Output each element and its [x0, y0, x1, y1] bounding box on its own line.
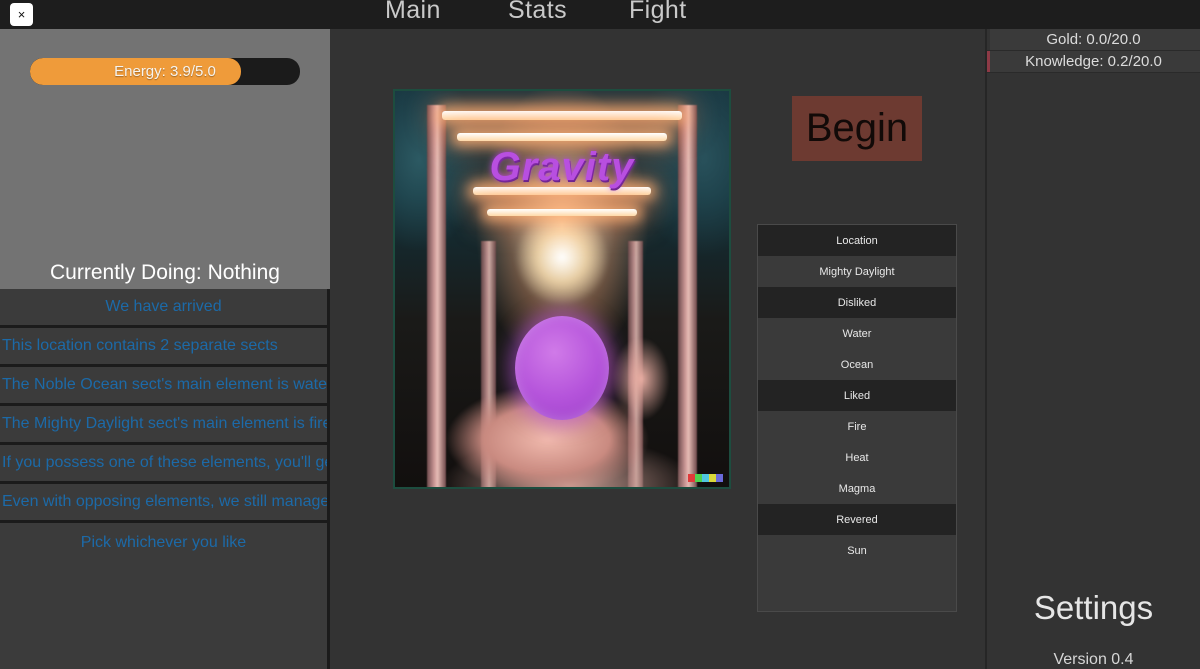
left-sidebar: Energy: 3.9/5.0 Currently Doing: Nothing…: [0, 29, 330, 669]
table-row[interactable]: Water: [758, 318, 956, 349]
artwork-color-chips: [688, 474, 723, 482]
version-label: Version 0.4: [1053, 651, 1134, 668]
artwork-color-chip: [709, 474, 716, 482]
nav-tabs: Main Stats Fight: [340, 0, 980, 29]
artwork-color-chip: [702, 474, 709, 482]
table-row[interactable]: Mighty Daylight: [758, 256, 956, 287]
info-table-header: Disliked: [758, 287, 956, 318]
event-log[interactable]: We have arrived This location contains 2…: [0, 289, 330, 669]
status-badge: Knowledge: 0.2/20.0: [987, 51, 1200, 73]
list-item: Pick whichever you like: [80, 533, 247, 551]
list-item: This location contains 2 separate sects: [0, 328, 327, 367]
artwork-foliage-left: [395, 91, 515, 321]
stat-accent: [987, 51, 990, 72]
artwork-neon-bar: [487, 209, 637, 216]
close-icon[interactable]: ×: [10, 3, 33, 26]
list-item: Even with opposing elements, we still ma…: [0, 484, 327, 523]
list-item: The Mighty Daylight sect's main element …: [0, 406, 327, 445]
right-sidebar: Gold: 0.0/20.0 Knowledge: 0.2/20.0 Setti…: [985, 29, 1200, 669]
artwork-title: Gravity: [489, 145, 635, 189]
table-row[interactable]: Magma: [758, 473, 956, 504]
game-window: × Main Stats Fight Energy: 3.9/5.0 Curre…: [0, 0, 1200, 669]
table-row[interactable]: Heat: [758, 442, 956, 473]
energy-bar-label: Energy: 3.9/5.0: [114, 63, 216, 80]
location-info-table: Location Mighty Daylight Disliked Water Ocea…: [757, 224, 957, 612]
info-table-header: Location: [758, 225, 956, 256]
tab-stats[interactable]: Stats: [508, 0, 567, 25]
stat-gold-label: Gold: 0.0/20.0: [1046, 31, 1141, 48]
table-row[interactable]: Ocean: [758, 349, 956, 380]
list-item: If you possess one of these elements, yo…: [0, 445, 327, 484]
artwork-neon-bar: [442, 111, 682, 120]
artwork-color-chip: [695, 474, 702, 482]
info-table-header: Liked: [758, 380, 956, 411]
info-table-header: Revered: [758, 504, 956, 535]
title-bar: × Main Stats Fight: [0, 0, 1200, 29]
energy-bar: Energy: 3.9/5.0: [30, 58, 300, 85]
location-artwork[interactable]: Gravity: [393, 89, 731, 489]
tab-main[interactable]: Main: [385, 0, 441, 25]
settings-title[interactable]: Settings: [987, 589, 1200, 627]
table-row[interactable]: Sun: [758, 535, 956, 566]
artwork-color-chip: [716, 474, 723, 482]
tab-fight[interactable]: Fight: [629, 0, 687, 25]
currently-doing-label: Currently Doing: Nothing: [50, 261, 280, 284]
begin-button[interactable]: Begin: [792, 96, 922, 161]
list-item: We have arrived: [0, 289, 327, 328]
stat-knowledge-label: Knowledge: 0.2/20.0: [1025, 53, 1162, 70]
stat-accent: [987, 29, 990, 50]
artwork-neon-bar: [457, 133, 667, 141]
table-row[interactable]: Fire: [758, 411, 956, 442]
list-item: The Noble Ocean sect's main element is w…: [0, 367, 327, 406]
artwork-color-chip: [688, 474, 695, 482]
artwork-orb: [515, 316, 609, 420]
status-badge: Gold: 0.0/20.0: [987, 29, 1200, 51]
